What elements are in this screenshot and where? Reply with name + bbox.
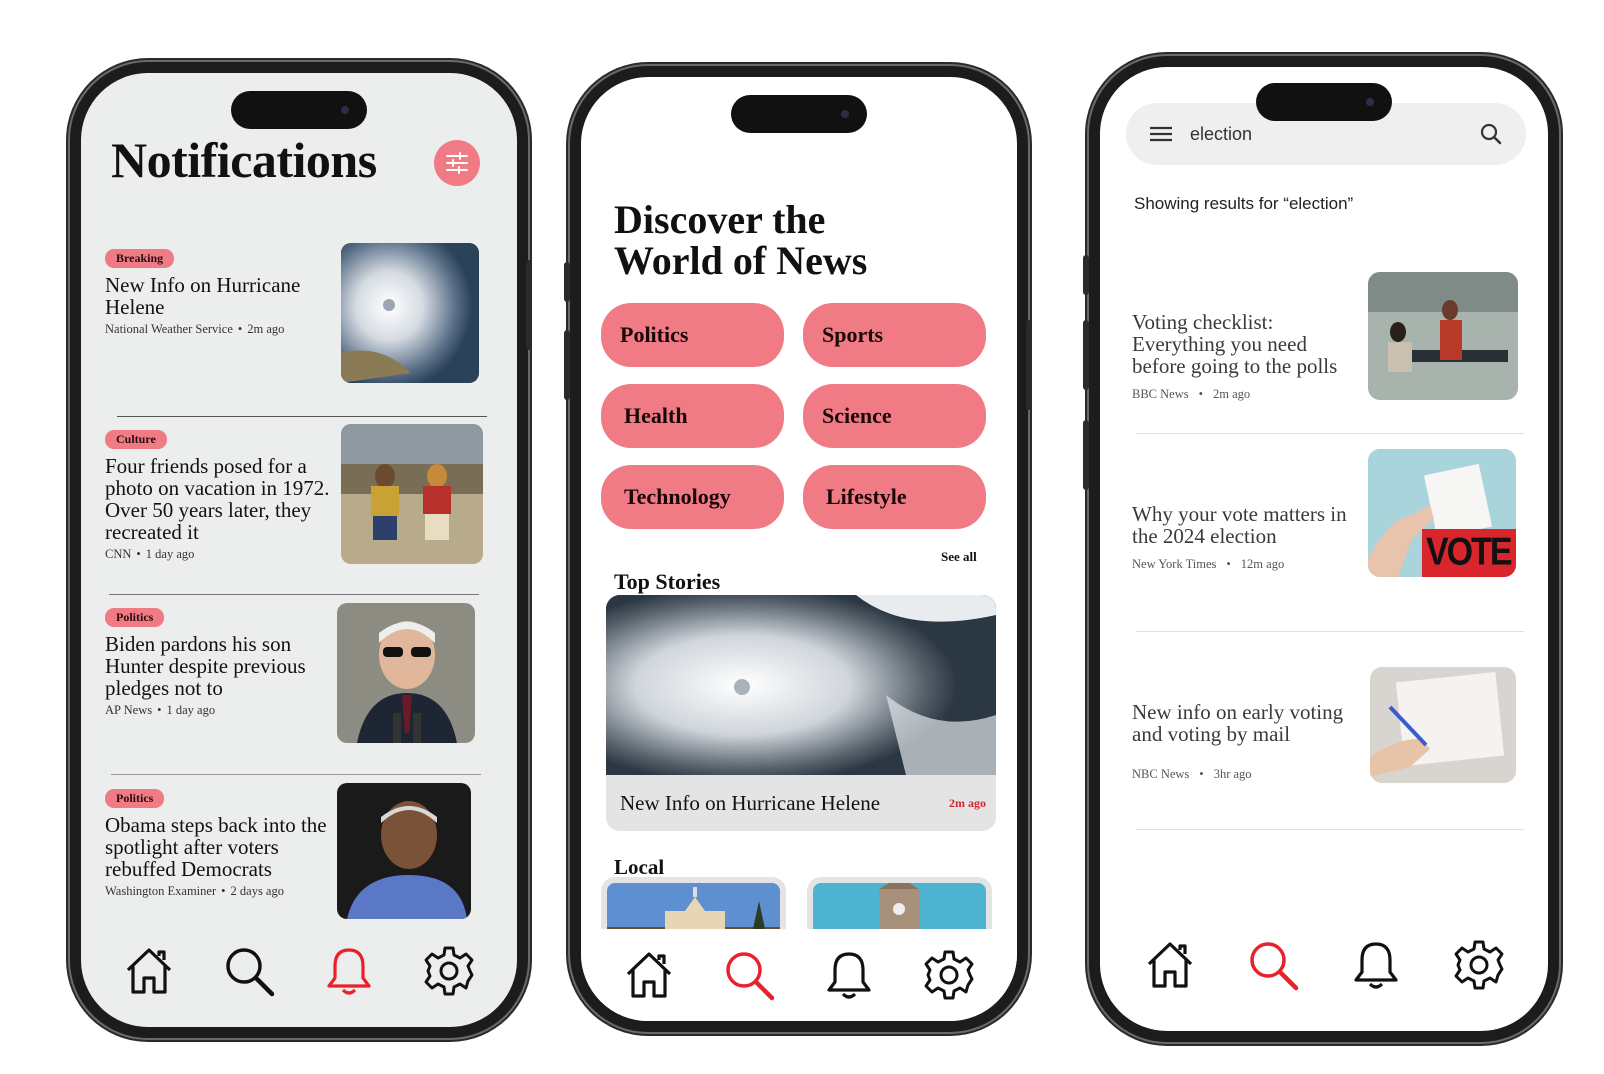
hurricane-thumbnail[interactable]	[341, 243, 479, 383]
result-headline: New info on early voting and voting by m…	[1132, 700, 1344, 746]
menu-icon[interactable]	[1150, 125, 1172, 143]
side-button	[526, 260, 532, 350]
category-politics[interactable]: Politics	[601, 303, 784, 367]
search-icon[interactable]	[1480, 123, 1502, 145]
home-icon[interactable]	[1143, 938, 1197, 992]
category-tag: Politics	[105, 608, 165, 627]
top-story-headline: New Info on Hurricane Helene	[620, 790, 881, 815]
result-headline: Why your vote matters in the 2024 electi…	[1132, 502, 1347, 548]
sliders-icon	[446, 152, 468, 174]
search-icon[interactable]	[722, 948, 776, 1002]
phone-search-results: election Showing results for “election” …	[1089, 56, 1559, 1042]
tab-bar	[81, 923, 517, 1019]
result-item[interactable]: New info on early voting and voting by m…	[1132, 701, 1362, 782]
obama-photo-thumbnail[interactable]	[337, 783, 471, 919]
hurricane-image	[606, 595, 996, 775]
side-button	[1083, 320, 1089, 390]
category-lifestyle[interactable]: Lifestyle	[803, 465, 986, 529]
result-meta: NBC News • 3hr ago	[1132, 767, 1252, 781]
divider	[1136, 433, 1524, 434]
page-title: Notifications	[111, 132, 377, 188]
mail-ballot-thumbnail[interactable]	[1370, 667, 1516, 783]
biden-photo-thumbnail[interactable]	[337, 603, 475, 743]
results-label: Showing results for “election”	[1134, 194, 1354, 213]
notification-headline: Obama steps back into the spotlight afte…	[105, 813, 327, 881]
gear-icon[interactable]	[422, 944, 476, 998]
vote-sign-text: VOTE	[1426, 530, 1513, 574]
home-icon[interactable]	[122, 944, 176, 998]
page-title: Discover the World of News	[614, 197, 868, 283]
notification-headline: New Info on Hurricane Helene	[105, 273, 301, 319]
category-tag: Politics	[105, 789, 165, 808]
result-item[interactable]: Voting checklist: Everything you need be…	[1132, 311, 1362, 402]
tab-bar	[1100, 917, 1548, 1013]
result-item[interactable]: Why your vote matters in the 2024 electi…	[1132, 503, 1362, 572]
side-button	[1083, 420, 1089, 490]
divider	[1136, 631, 1524, 632]
search-icon[interactable]	[1246, 938, 1300, 992]
divider	[109, 594, 479, 595]
top-story-card[interactable]: New Info on Hurricane Helene 2m ago	[606, 595, 996, 831]
gear-icon[interactable]	[1452, 938, 1506, 992]
see-all-link[interactable]: See all	[941, 549, 977, 565]
tab-bar	[581, 929, 1017, 1021]
friends-photo-thumbnail[interactable]	[341, 424, 483, 564]
dynamic-island	[731, 95, 867, 133]
result-meta: BBC News • 2m ago	[1132, 387, 1251, 401]
notification-headline: Four friends posed for a photo on vacati…	[105, 454, 330, 544]
polling-photo-thumbnail[interactable]	[1368, 272, 1518, 400]
side-button	[1083, 255, 1089, 295]
category-tag: Culture	[105, 430, 167, 449]
search-input[interactable]: election	[1190, 124, 1480, 145]
section-title-top-stories: Top Stories	[614, 569, 721, 594]
gear-icon[interactable]	[922, 948, 976, 1002]
result-headline: Voting checklist: Everything you need be…	[1132, 310, 1338, 378]
phone-discover: Discover the World of News Politics Spor…	[570, 66, 1028, 1032]
side-button	[564, 262, 570, 302]
filter-button[interactable]	[434, 140, 480, 186]
category-sports[interactable]: Sports	[803, 303, 986, 367]
side-button	[1026, 320, 1032, 410]
vote-box-thumbnail[interactable]: VOTE	[1368, 449, 1516, 577]
search-icon[interactable]	[222, 944, 276, 998]
dynamic-island	[1256, 83, 1392, 121]
category-technology[interactable]: Technology	[601, 465, 784, 529]
category-tag: Breaking	[105, 249, 175, 268]
top-story-time: 2m ago	[949, 795, 986, 810]
bell-icon[interactable]	[1349, 938, 1403, 992]
notification-headline: Biden pardons his son Hunter despite pre…	[105, 632, 306, 700]
result-meta: New York Times • 12m ago	[1132, 557, 1285, 571]
side-button	[564, 330, 570, 400]
top-story-caption: New Info on Hurricane Helene 2m ago	[606, 775, 996, 831]
bell-icon[interactable]	[822, 948, 876, 1002]
category-science[interactable]: Science	[803, 384, 986, 448]
phone-notifications: Notifications Breaking New Info on Hurri…	[70, 62, 528, 1038]
bell-icon[interactable]	[322, 944, 376, 998]
divider	[111, 774, 481, 775]
dynamic-island	[231, 91, 367, 129]
divider	[1136, 829, 1524, 830]
home-icon[interactable]	[622, 948, 676, 1002]
category-health[interactable]: Health	[601, 384, 784, 448]
divider	[117, 416, 487, 417]
